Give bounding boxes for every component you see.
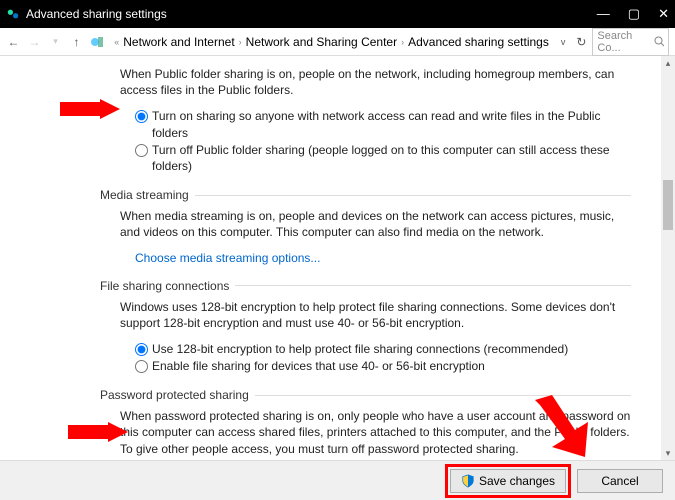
file-sharing-desc: Windows uses 128-bit encryption to help … bbox=[120, 299, 631, 331]
cancel-button[interactable]: Cancel bbox=[577, 469, 663, 493]
address-bar: ← → ▾ ↑ « Network and Internet › Network… bbox=[0, 28, 675, 56]
up-button[interactable]: ↑ bbox=[69, 35, 84, 49]
section-file-sharing-title: File sharing connections bbox=[100, 279, 229, 293]
section-password-title: Password protected sharing bbox=[100, 388, 249, 402]
radio-128bit[interactable]: Use 128-bit encryption to help protect f… bbox=[135, 341, 631, 357]
save-changes-button[interactable]: Save changes bbox=[450, 469, 566, 493]
breadcrumb-item[interactable]: Advanced sharing settings bbox=[408, 35, 549, 49]
radio-public-on[interactable]: Turn on sharing so anyone with network a… bbox=[135, 108, 631, 140]
shield-icon bbox=[461, 474, 475, 488]
window-title: Advanced sharing settings bbox=[26, 7, 167, 21]
radio-public-off[interactable]: Turn off Public folder sharing (people l… bbox=[135, 142, 631, 174]
breadcrumb-item[interactable]: Network and Sharing Center bbox=[246, 35, 397, 49]
scroll-thumb[interactable] bbox=[663, 180, 673, 230]
media-desc: When media streaming is on, people and d… bbox=[120, 208, 631, 240]
scroll-up-icon[interactable]: ▴ bbox=[661, 56, 675, 70]
search-icon bbox=[654, 36, 664, 47]
vertical-scrollbar[interactable]: ▴ ▾ bbox=[661, 56, 675, 460]
section-media-title: Media streaming bbox=[100, 188, 189, 202]
forward-button[interactable]: → bbox=[27, 35, 42, 49]
search-placeholder: Search Co... bbox=[597, 30, 653, 54]
breadcrumb-item[interactable]: Network and Internet bbox=[123, 35, 234, 49]
close-button[interactable]: ✕ bbox=[658, 6, 669, 22]
chevron-down-icon[interactable]: v bbox=[561, 37, 566, 47]
highlight-box: Save changes bbox=[445, 464, 571, 498]
back-button[interactable]: ← bbox=[6, 35, 21, 49]
footer-bar: Save changes Cancel bbox=[0, 460, 675, 500]
title-bar: Advanced sharing settings — ▢ ✕ bbox=[0, 0, 675, 28]
scroll-down-icon[interactable]: ▾ bbox=[661, 446, 675, 460]
breadcrumb[interactable]: « Network and Internet › Network and Sha… bbox=[109, 34, 570, 50]
minimize-button[interactable]: — bbox=[597, 6, 610, 22]
public-folder-desc: When Public folder sharing is on, people… bbox=[120, 66, 631, 98]
location-icon bbox=[90, 34, 103, 50]
recent-dropdown[interactable]: ▾ bbox=[48, 36, 63, 47]
radio-40-56bit[interactable]: Enable file sharing for devices that use… bbox=[135, 358, 631, 374]
search-input[interactable]: Search Co... bbox=[592, 28, 669, 56]
password-desc: When password protected sharing is on, o… bbox=[120, 408, 631, 457]
maximize-button[interactable]: ▢ bbox=[628, 6, 640, 22]
content-pane: When Public folder sharing is on, people… bbox=[0, 56, 661, 460]
refresh-button[interactable]: ↻ bbox=[576, 35, 586, 49]
app-icon bbox=[6, 7, 20, 21]
media-options-link[interactable]: Choose media streaming options... bbox=[135, 251, 631, 265]
